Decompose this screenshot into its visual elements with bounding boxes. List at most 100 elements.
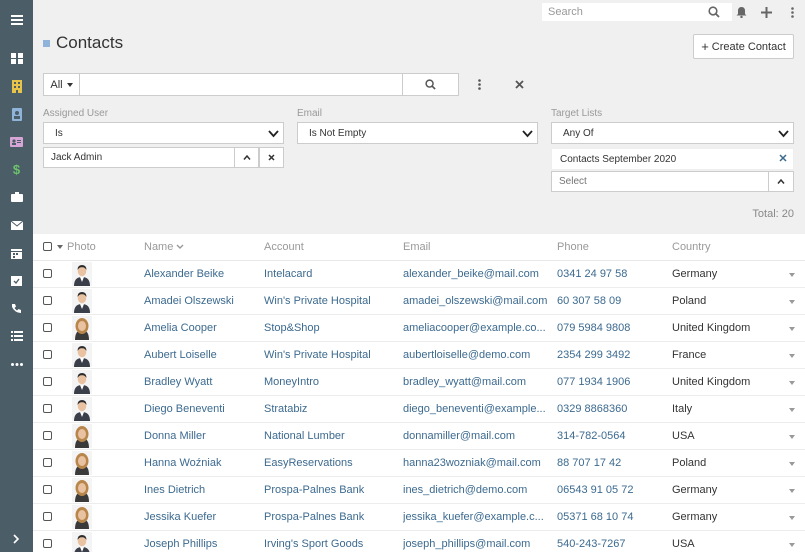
chevron-right-icon[interactable]: [0, 526, 33, 552]
account-link[interactable]: Win's Private Hospital: [264, 341, 403, 369]
accounts-icon[interactable]: [0, 75, 33, 97]
email-link[interactable]: bradley_wyatt@mail.com: [403, 368, 557, 396]
email-link[interactable]: hanna23wozniak@mail.com: [403, 449, 557, 477]
email-link[interactable]: alexander_beike@mail.com: [403, 260, 557, 288]
cases-icon[interactable]: [0, 186, 33, 208]
global-search-input[interactable]: [541, 2, 733, 22]
dashboard-icon[interactable]: [0, 47, 33, 69]
caret-down-icon[interactable]: [789, 488, 795, 493]
email-icon[interactable]: [0, 214, 33, 236]
row-actions-cell[interactable]: [779, 422, 805, 450]
email-operator-select[interactable]: Is Not Empty: [297, 122, 538, 144]
filter-search-button[interactable]: [402, 73, 459, 96]
target-lists-operator-select[interactable]: Any Of: [551, 122, 794, 144]
row-checkbox-cell[interactable]: [33, 341, 67, 369]
row-checkbox-cell[interactable]: [33, 368, 67, 396]
column-header-account[interactable]: Account: [264, 234, 403, 261]
bell-icon[interactable]: [733, 4, 749, 20]
caret-down-icon[interactable]: [789, 272, 795, 277]
row-actions-cell[interactable]: [779, 449, 805, 477]
row-checkbox[interactable]: [43, 404, 52, 414]
row-checkbox-cell[interactable]: [33, 503, 67, 531]
row-checkbox-cell[interactable]: [33, 422, 67, 450]
target-lists-select-input[interactable]: [551, 171, 769, 192]
row-actions-cell[interactable]: [779, 287, 805, 315]
scope-dropdown[interactable]: All: [43, 73, 79, 96]
remove-item-icon[interactable]: [779, 154, 787, 162]
phone-link[interactable]: 0341 24 97 58: [557, 260, 672, 288]
email-link[interactable]: joseph_phillips@mail.com: [403, 530, 557, 552]
search-icon[interactable]: [706, 4, 722, 20]
row-actions-cell[interactable]: [779, 260, 805, 288]
contacts-icon[interactable]: [0, 103, 33, 125]
create-contact-button[interactable]: + Create Contact: [693, 34, 794, 59]
account-link[interactable]: Prospa-Palnes Bank: [264, 503, 403, 531]
phone-link[interactable]: 05371 68 10 74: [557, 503, 672, 531]
contact-name-link[interactable]: Hanna Woźniak: [144, 449, 264, 477]
phone-link[interactable]: 06543 91 05 72: [557, 476, 672, 504]
account-link[interactable]: Irving's Sport Goods: [264, 530, 403, 552]
target-lists-select-button[interactable]: [768, 171, 794, 192]
leads-icon[interactable]: [0, 131, 33, 153]
contact-name-link[interactable]: Diego Beneventi: [144, 395, 264, 423]
row-checkbox[interactable]: [43, 269, 52, 279]
tasks-icon[interactable]: [0, 325, 33, 347]
account-link[interactable]: MoneyIntro: [264, 368, 403, 396]
phone-link[interactable]: 079 5984 9808: [557, 314, 672, 342]
row-checkbox-cell[interactable]: [33, 395, 67, 423]
phone-link[interactable]: 60 307 58 09: [557, 287, 672, 315]
caret-down-icon[interactable]: [789, 407, 795, 412]
plus-icon[interactable]: [758, 4, 774, 20]
text-filter-input[interactable]: [79, 73, 403, 96]
row-actions-cell[interactable]: [779, 341, 805, 369]
row-checkbox[interactable]: [43, 296, 52, 306]
account-link[interactable]: Stratabiz: [264, 395, 403, 423]
contact-name-link[interactable]: Amelia Cooper: [144, 314, 264, 342]
email-link[interactable]: donnamiller@mail.com: [403, 422, 557, 450]
caret-down-icon[interactable]: [789, 326, 795, 331]
caret-down-icon[interactable]: [789, 434, 795, 439]
row-checkbox-cell[interactable]: [33, 449, 67, 477]
calendar-icon[interactable]: [0, 242, 33, 264]
phone-link[interactable]: 540-243-7267: [557, 530, 672, 552]
row-actions-cell[interactable]: [779, 476, 805, 504]
row-checkbox-cell[interactable]: [33, 530, 67, 552]
account-link[interactable]: National Lumber: [264, 422, 403, 450]
assigned-user-operator-select[interactable]: Is: [43, 122, 284, 144]
contact-name-link[interactable]: Bradley Wyatt: [144, 368, 264, 396]
row-checkbox[interactable]: [43, 323, 52, 333]
row-checkbox[interactable]: [43, 539, 52, 549]
caret-down-icon[interactable]: [789, 353, 795, 358]
contact-name-link[interactable]: Amadei Olszewski: [144, 287, 264, 315]
account-link[interactable]: Win's Private Hospital: [264, 287, 403, 315]
column-header-email[interactable]: Email: [403, 234, 557, 261]
more-icon[interactable]: [0, 353, 33, 375]
row-checkbox[interactable]: [43, 512, 52, 522]
row-actions-cell[interactable]: [779, 503, 805, 531]
email-link[interactable]: ameliacooper@example.co...: [403, 314, 557, 342]
row-checkbox[interactable]: [43, 431, 52, 441]
phone-link[interactable]: 077 1934 1906: [557, 368, 672, 396]
account-link[interactable]: Prospa-Palnes Bank: [264, 476, 403, 504]
caret-down-icon[interactable]: [789, 299, 795, 304]
kebab-icon[interactable]: [784, 4, 800, 20]
row-checkbox-cell[interactable]: [33, 260, 67, 288]
account-link[interactable]: EasyReservations: [264, 449, 403, 477]
contact-name-link[interactable]: Donna Miller: [144, 422, 264, 450]
caret-down-icon[interactable]: [789, 461, 795, 466]
row-actions-cell[interactable]: [779, 314, 805, 342]
select-all-header[interactable]: [33, 234, 67, 261]
contact-name-link[interactable]: Aubert Loiselle: [144, 341, 264, 369]
row-checkbox-cell[interactable]: [33, 287, 67, 315]
meetings-icon[interactable]: [0, 269, 33, 291]
phone-link[interactable]: 88 707 17 42: [557, 449, 672, 477]
email-link[interactable]: amadei_olszewski@mail.com: [403, 287, 557, 315]
opportunities-icon[interactable]: $: [0, 158, 33, 180]
caret-down-icon[interactable]: [57, 244, 64, 249]
contact-name-link[interactable]: Jessika Kuefer: [144, 503, 264, 531]
row-actions-cell[interactable]: [779, 395, 805, 423]
account-link[interactable]: Stop&Shop: [264, 314, 403, 342]
phone-link[interactable]: 2354 299 3492: [557, 341, 672, 369]
row-checkbox[interactable]: [43, 350, 52, 360]
filter-options-button[interactable]: [472, 75, 486, 94]
